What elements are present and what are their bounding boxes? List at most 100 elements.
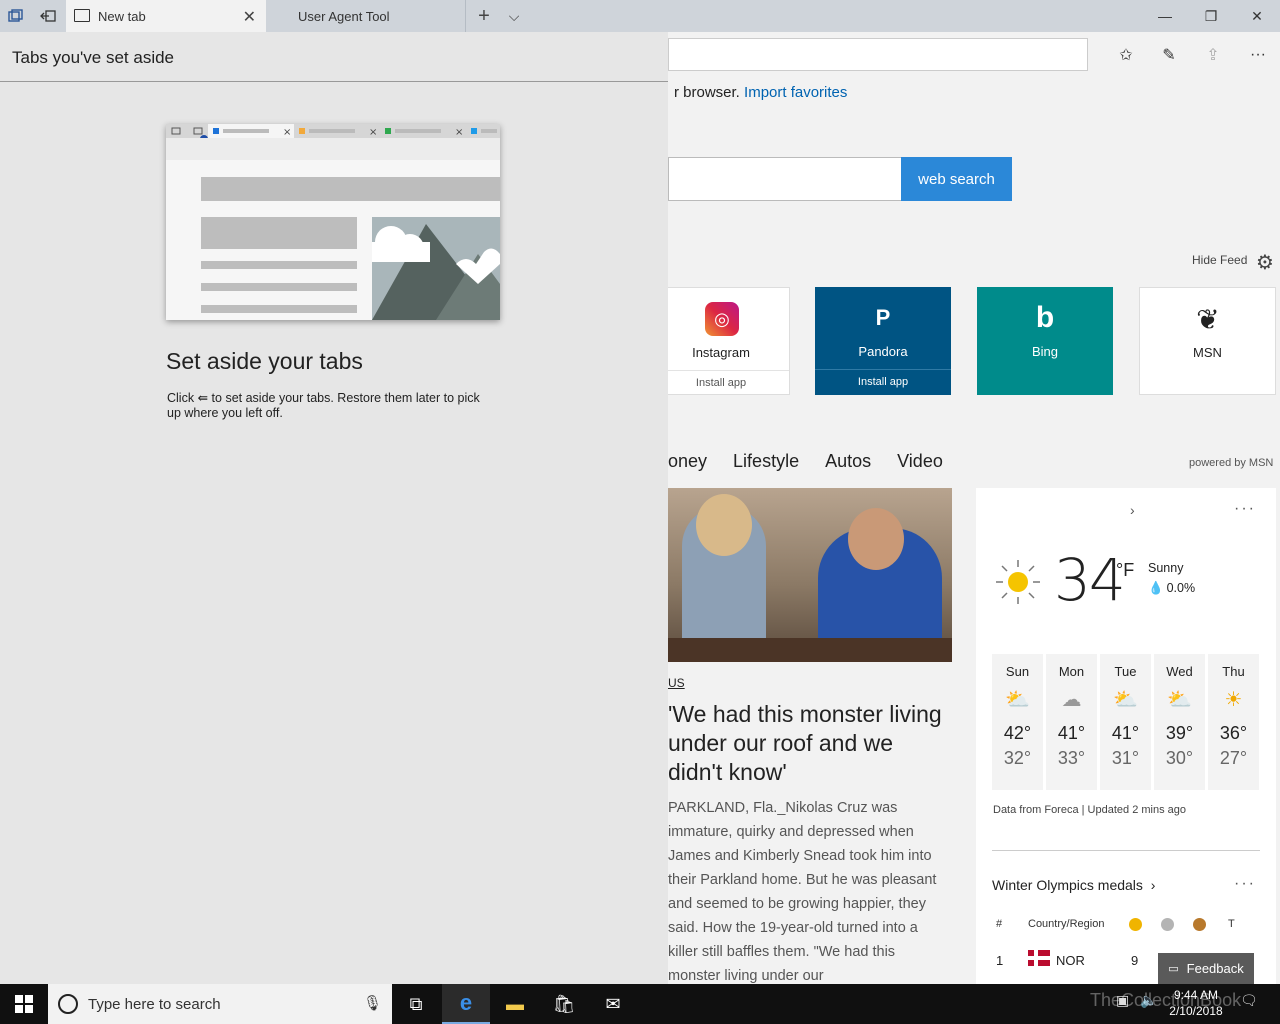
store-icon[interactable]: 🛍 [540,984,588,1024]
share-icon[interactable]: ⇪ [1201,44,1225,66]
minimize-button[interactable]: — [1142,0,1188,32]
svg-text:×: × [283,127,291,138]
more-icon[interactable]: ··· [1246,44,1270,66]
forecast-high: 36° [1219,723,1248,743]
story-body: PARKLAND, Fla._Nikolas Cruz was immature… [668,800,937,984]
instagram-icon: ◎ [705,302,739,336]
chevron-right-icon: › [1146,877,1156,893]
time: 9:44 AM [1173,988,1219,1002]
nav-lifestyle[interactable]: Lifestyle [733,451,799,472]
more-options-icon[interactable]: ··· [1234,500,1256,518]
nav-autos[interactable]: Autos [825,451,871,472]
cortana-icon [58,994,78,1014]
volume-icon[interactable]: 🔈 [1140,992,1157,1009]
forecast-day[interactable]: Mon ☁ 41° 33° [1046,654,1097,790]
country-cell: NOR [1056,953,1085,968]
weather-card: › ··· 34 °F Sunny 💧 0.0% Sun ⛅ 42° 32° Mo… [976,488,1276,984]
tab-new-tab[interactable]: New tab ✕ [66,0,266,32]
person-head-shape [696,494,752,556]
person-head-shape [848,508,904,570]
notifications-icon[interactable]: 🗨 [1240,992,1258,1009]
tabs-aside-icon[interactable] [0,0,32,32]
forecast-day[interactable]: Wed ⛅ 39° 30° [1154,654,1205,790]
date: 2/10/2018 [1169,1004,1223,1018]
forecast-day[interactable]: Thu ☀ 36° 27° [1208,654,1259,790]
sunny-icon: ☀ [1224,689,1243,711]
story-photo[interactable] [668,488,952,662]
hide-feed-link[interactable]: Hide Feed [1192,253,1247,267]
tab-user-agent-tool[interactable]: User Agent Tool [266,0,466,32]
forecast-low: 32° [1003,748,1032,768]
clock[interactable]: 9:44 AM 2/10/2018 [1160,987,1232,1019]
microphone-icon[interactable]: 🎙 [363,994,382,1012]
forecast-low: 27° [1219,748,1248,768]
favorites-star-icon[interactable]: ✩ [1114,44,1138,66]
country-header: Country/Region [1028,918,1105,930]
close-window-button[interactable]: ✕ [1234,0,1280,32]
taskbar-search-box[interactable]: Type here to search 🎙 [48,984,392,1024]
forecast-low: 30° [1165,748,1194,768]
task-view-icon[interactable]: ⧉ [392,984,440,1024]
tile-bing[interactable]: b Bing [977,287,1113,395]
precipitation: 💧 0.0% [1148,581,1195,596]
silver-medal-icon [1161,918,1174,931]
address-bar[interactable] [668,38,1088,71]
olympics-title-text: Winter Olympics medals [992,877,1143,893]
web-search-input[interactable] [668,157,901,201]
close-tab-icon[interactable]: ✕ [243,7,256,27]
raindrop-icon: 💧 [1148,581,1164,595]
bing-icon: b [1035,301,1055,334]
more-options-icon[interactable]: ··· [1234,875,1256,893]
web-search-button[interactable]: web search [901,157,1012,201]
forecast-low: 31° [1111,748,1140,768]
tile-pandora[interactable]: P Pandora Install app [815,287,951,395]
page-icon [74,9,90,22]
set-aside-tabs-icon[interactable] [32,0,64,32]
chevron-right-icon[interactable]: › [1130,502,1135,518]
forecast-day[interactable]: Sun ⛅ 42° 32° [992,654,1043,790]
olympics-title[interactable]: Winter Olympics medals › [992,877,1155,893]
svg-text:×: × [455,127,463,138]
install-app-link[interactable]: Install app [815,369,951,388]
tile-label: MSN [1193,345,1222,360]
windows-start-icon[interactable] [0,984,48,1024]
forecast-day[interactable]: Tue ⛅ 41° 31° [1100,654,1151,790]
temperature-unit[interactable]: °F [1116,560,1134,581]
nav-money[interactable]: oney [668,451,707,472]
mail-icon[interactable]: ✉ [589,984,637,1024]
search-placeholder: Type here to search [88,996,221,1013]
gear-icon[interactable]: ⚙ [1256,250,1274,275]
tile-instagram[interactable]: ◎ Instagram Install app [652,287,790,395]
set-aside-description: Click ⇚ to set aside your tabs. Restore … [167,391,497,421]
feedback-button[interactable]: ▭ Feedback [1158,953,1254,984]
set-aside-illustration: × × × [166,124,500,320]
partly-cloudy-icon: ⛅ [1167,689,1192,711]
new-tab-plus-icon[interactable]: + [470,0,498,32]
feedback-label: Feedback [1186,961,1244,976]
install-app-link[interactable]: Install app [653,370,789,389]
partly-cloudy-icon: ⛅ [1005,689,1030,711]
edge-browser-icon[interactable]: e [442,984,490,1024]
story-category[interactable]: US [668,676,685,690]
tile-label: Instagram [692,345,750,360]
partly-cloudy-icon: ⛅ [1113,689,1138,711]
network-icon[interactable]: ▣ [1116,992,1129,1009]
gold-cell: 9 [1131,953,1139,968]
title-bar: New tab ✕ User Agent Tool + ⌵ — ❐ ✕ [0,0,1280,32]
forecast-high: 41° [1111,723,1140,743]
set-aside-heading: Set aside your tabs [166,348,363,374]
current-temperature: 34 [1054,546,1126,614]
feedback-icon: ▭ [1168,963,1179,975]
file-explorer-icon[interactable]: ▬ [491,984,539,1024]
forecast-high: 41° [1057,723,1086,743]
restore-button[interactable]: ❐ [1188,0,1234,32]
tile-msn[interactable]: ❦ MSN [1139,287,1276,395]
import-favorites-link[interactable]: Import favorites [744,84,847,101]
pen-icon[interactable]: ✎ [1157,44,1181,66]
sunny-icon [996,560,1040,604]
panel-header: Tabs you've set aside [0,32,668,82]
story-title[interactable]: 'We had this monster living under our ro… [668,700,948,787]
desc-rest: to set aside your tabs. Restore them lat… [167,391,480,420]
nav-video[interactable]: Video [897,451,943,472]
chevron-down-icon[interactable]: ⌵ [502,0,526,32]
